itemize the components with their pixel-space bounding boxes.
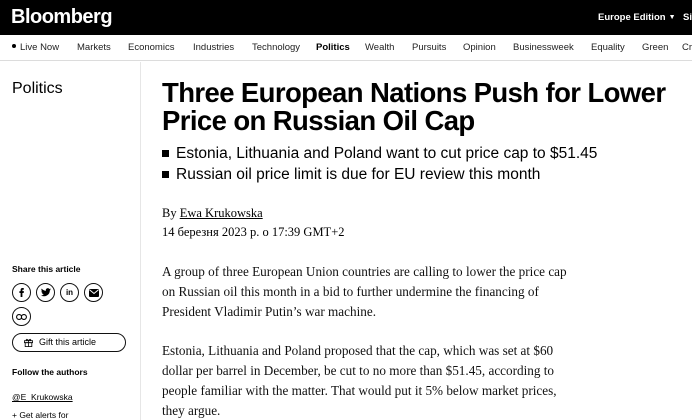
nav-opinion[interactable]: Opinion [463, 42, 496, 54]
publish-date: 14 березня 2023 р. о 17:39 GMT+2 [162, 225, 345, 239]
nav-technology[interactable]: Technology [252, 42, 300, 54]
edition-selector[interactable]: Europe Edition ▼ [598, 11, 676, 24]
linkedin-glyph: in [65, 288, 74, 297]
linkedin-icon[interactable]: in [60, 283, 79, 302]
nav-crypto[interactable]: Cr [682, 42, 692, 54]
byline-prefix: By [162, 206, 177, 220]
nav-green[interactable]: Green [642, 42, 668, 54]
nav-live-now-label: Live Now [20, 42, 60, 53]
link-icon[interactable] [12, 307, 31, 326]
nav-wealth[interactable]: Wealth [365, 42, 394, 54]
nav-equality[interactable]: Equality [591, 42, 625, 54]
nav-businessweek[interactable]: Businessweek [513, 42, 574, 54]
gift-icon [24, 338, 33, 347]
article-paragraph: Estonia, Lithuania and Poland proposed t… [162, 343, 557, 418]
chevron-down-icon: ▼ [668, 14, 676, 21]
sign-in-link[interactable]: Sig [683, 11, 692, 24]
summary-bullet: Russian oil price limit is due for EU re… [162, 164, 682, 185]
author-link[interactable]: Ewa Krukowska [180, 206, 263, 220]
section-title[interactable]: Politics [12, 79, 63, 98]
author-handle-link[interactable]: @E_Krukowska [12, 392, 73, 403]
nav-live-now[interactable]: Live Now [12, 42, 59, 54]
nav-pursuits[interactable]: Pursuits [412, 42, 446, 54]
live-dot-icon [12, 44, 16, 48]
article-paragraph: A group of three European Union countrie… [162, 264, 567, 319]
main-nav: Live Now Markets Economics Industries Te… [0, 35, 692, 61]
gift-article-label: Gift this article [39, 337, 97, 347]
gift-article-button[interactable]: Gift this article [12, 333, 126, 352]
nav-industries[interactable]: Industries [193, 42, 234, 54]
follow-authors-title: Follow the authors [12, 367, 88, 377]
share-title: Share this article [12, 264, 81, 274]
top-bar: Bloomberg Europe Edition▼ Sig [0, 0, 692, 35]
get-alerts-link[interactable]: + Get alerts for [12, 410, 68, 420]
nav-politics[interactable]: Politics [316, 42, 350, 54]
byline: By Ewa Krukowska [162, 205, 263, 221]
bloomberg-logo[interactable]: Bloomberg [11, 5, 113, 29]
summary-bullet: Estonia, Lithuania and Poland want to cu… [162, 143, 682, 164]
article-headline: Three European Nations Push for Lower Pr… [162, 77, 666, 136]
edition-label: Europe Edition [598, 12, 666, 23]
nav-markets[interactable]: Markets [77, 42, 111, 54]
twitter-icon[interactable] [36, 283, 55, 302]
facebook-icon[interactable] [12, 283, 31, 302]
email-icon[interactable] [84, 283, 103, 302]
nav-economics[interactable]: Economics [128, 42, 174, 54]
rail-divider [140, 62, 141, 420]
article-summary: Estonia, Lithuania and Poland want to cu… [162, 143, 682, 185]
